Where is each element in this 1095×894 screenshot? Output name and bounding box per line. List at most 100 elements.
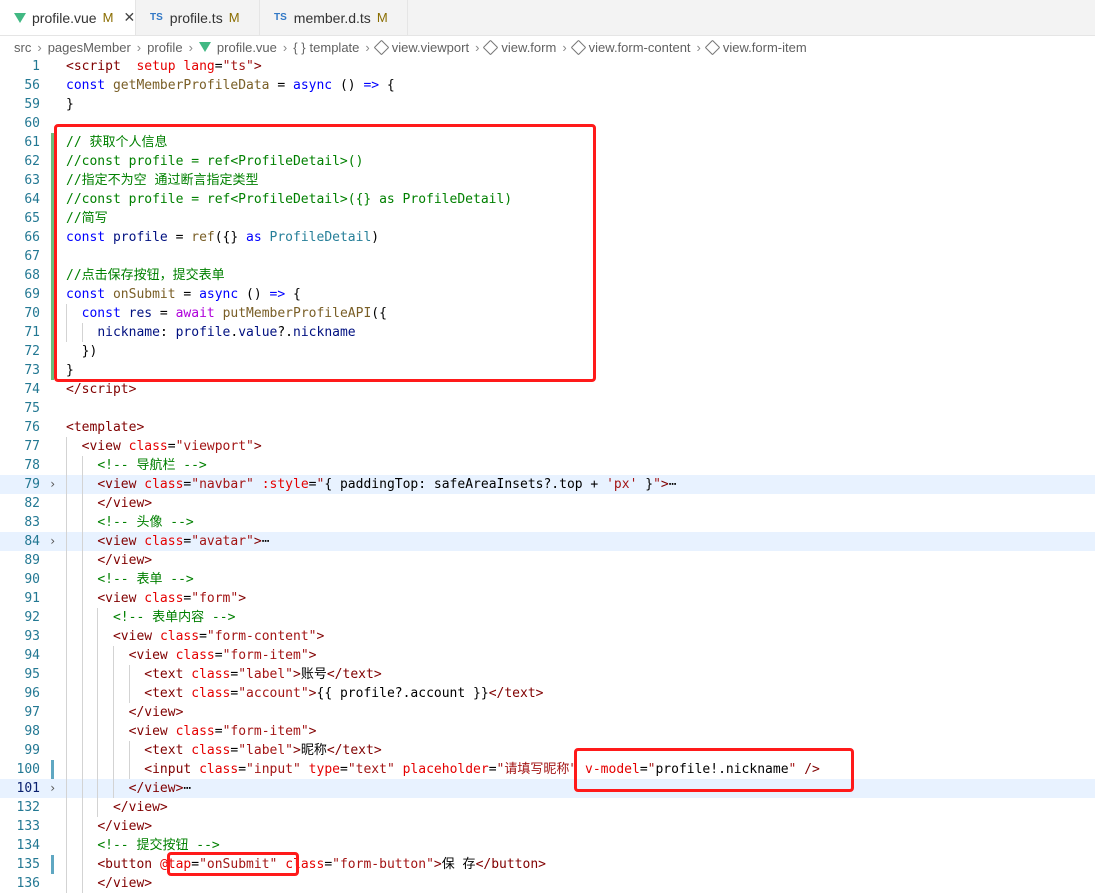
- code-line[interactable]: 74 </script>: [0, 380, 1095, 399]
- code-line[interactable]: 94 <view class="form-item">: [0, 646, 1095, 665]
- fold-chevron-icon[interactable]: ›: [49, 532, 56, 551]
- breadcrumb-item[interactable]: view.viewport: [373, 39, 469, 55]
- code-line[interactable]: 96 <text class="account">{{ profile?.acc…: [0, 684, 1095, 703]
- line-number: 97: [24, 705, 40, 720]
- code-line[interactable]: 66 const profile = ref({} as ProfileDetai…: [0, 228, 1095, 247]
- code-token: "form-button": [332, 857, 434, 872]
- code-token: "account": [238, 686, 309, 701]
- code-line[interactable]: 99 <text class="label">昵称</text>: [0, 741, 1095, 760]
- code-line[interactable]: 135 <button @tap="onSubmit" class="form-…: [0, 855, 1095, 874]
- code-line[interactable]: 101 › </view>⋯: [0, 779, 1095, 798]
- code-token: =>: [363, 78, 380, 93]
- code-line[interactable]: 56 const getMemberProfileData = async () …: [0, 76, 1095, 95]
- code-line[interactable]: 133 </view>: [0, 817, 1095, 836]
- code-line[interactable]: 93 <view class="form-content">: [0, 627, 1095, 646]
- line-number: 89: [24, 553, 40, 568]
- code-line[interactable]: 65 //简写: [0, 209, 1095, 228]
- element-icon: [570, 39, 586, 55]
- code-token: ⋯: [668, 477, 677, 492]
- code-line[interactable]: 100 <input class="input" type="text" pla…: [0, 760, 1095, 779]
- breadcrumb-item[interactable]: view.form-content: [570, 39, 691, 55]
- code-line[interactable]: 78 <!-- 导航栏 -->: [0, 456, 1095, 475]
- modified-badge: M: [376, 10, 388, 25]
- breadcrumb-item[interactable]: src: [14, 40, 31, 55]
- code-line[interactable]: 73}: [0, 361, 1095, 380]
- tab-member-d-ts[interactable]: TS member.d.ts M: [260, 0, 408, 35]
- code-editor[interactable]: 1 <script setup lang="ts"> 56 const getMemb…: [0, 57, 1095, 894]
- code-line[interactable]: 63 //指定不为空 通过断言指定类型: [0, 171, 1095, 190]
- code-text: </view>: [66, 798, 168, 817]
- code-line[interactable]: 82 </view>: [0, 494, 1095, 513]
- tab-profile-ts[interactable]: TS profile.ts M: [136, 0, 260, 35]
- code-line[interactable]: 1 <script setup lang="ts">: [0, 57, 1095, 76]
- code-token: (): [238, 287, 270, 302]
- code-token: "navbar": [191, 477, 254, 492]
- code-token: <view: [81, 439, 121, 454]
- code-line[interactable]: 76 <template>: [0, 418, 1095, 437]
- code-token: <input: [144, 762, 192, 777]
- code-line[interactable]: 60: [0, 114, 1095, 133]
- code-line[interactable]: 79 › <view class="navbar" :style="{ paddi…: [0, 475, 1095, 494]
- line-number: 99: [24, 743, 40, 758]
- code-line[interactable]: 69 const onSubmit = async () => {: [0, 285, 1095, 304]
- code-text: <view class="form-item">: [66, 646, 317, 665]
- line-number: 135: [16, 857, 40, 872]
- code-token: onSubmit: [112, 287, 176, 302]
- code-line[interactable]: 95 <text class="label">账号</text>: [0, 665, 1095, 684]
- code-line[interactable]: 91 <view class="form">: [0, 589, 1095, 608]
- code-token: class: [144, 534, 184, 549]
- code-token: ({}: [214, 230, 247, 245]
- breadcrumb-item[interactable]: { } template: [293, 40, 359, 55]
- code-line[interactable]: 75: [0, 399, 1095, 418]
- code-token: 账号: [300, 667, 327, 682]
- close-icon[interactable]: ✕: [123, 9, 135, 26]
- code-line[interactable]: 70 const res = await putMemberProfileAPI…: [0, 304, 1095, 323]
- code-token: =: [238, 762, 247, 777]
- breadcrumb-label: pagesMember: [47, 39, 131, 55]
- code-token: >: [660, 477, 669, 492]
- code-line[interactable]: 136 </view>: [0, 874, 1095, 893]
- code-line[interactable]: 72 }): [0, 342, 1095, 361]
- tab-profile-vue[interactable]: profile.vue M ✕: [0, 0, 136, 35]
- code-token: const: [66, 287, 106, 302]
- code-line[interactable]: 62 //const profile = ref<ProfileDetail>(): [0, 152, 1095, 171]
- code-line[interactable]: 134 <!-- 提交按钮 -->: [0, 836, 1095, 855]
- code-token: const: [66, 230, 106, 245]
- code-text: //指定不为空 通过断言指定类型: [66, 171, 258, 190]
- code-line[interactable]: 98 <view class="form-item">: [0, 722, 1095, 741]
- code-line[interactable]: 64 //const profile = ref<ProfileDetail>({…: [0, 190, 1095, 209]
- chevron-right-icon: ›: [188, 39, 193, 55]
- line-number: 68: [24, 268, 40, 283]
- code-line[interactable]: 92 <!-- 表单内容 -->: [0, 608, 1095, 627]
- line-number: 73: [24, 363, 40, 378]
- code-line[interactable]: 90 <!-- 表单 -->: [0, 570, 1095, 589]
- fold-chevron-icon[interactable]: ›: [49, 475, 56, 494]
- code-line[interactable]: 68 //点击保存按钮，提交表单: [0, 266, 1095, 285]
- code-line[interactable]: 59}: [0, 95, 1095, 114]
- git-added-marker: [51, 171, 54, 190]
- code-line[interactable]: 89 </view>: [0, 551, 1095, 570]
- code-line[interactable]: 83 <!-- 头像 -->: [0, 513, 1095, 532]
- code-line[interactable]: 71 nickname: profile.value?.nickname: [0, 323, 1095, 342]
- breadcrumb-item[interactable]: view.form: [483, 39, 556, 55]
- breadcrumb-item[interactable]: view.form-item: [704, 39, 807, 55]
- code-token: "text": [347, 762, 395, 777]
- code-token: >: [308, 648, 317, 663]
- breadcrumb-item[interactable]: profile: [147, 40, 182, 55]
- code-line[interactable]: 67: [0, 247, 1095, 266]
- code-line[interactable]: 61 // 获取个人信息: [0, 133, 1095, 152]
- code-token: 昵称: [300, 743, 327, 758]
- code-line[interactable]: 84 › <view class="avatar">⋯: [0, 532, 1095, 551]
- fold-chevron-icon[interactable]: ›: [49, 779, 56, 798]
- code-token: 保 存: [441, 857, 476, 872]
- code-line[interactable]: 97 </view>: [0, 703, 1095, 722]
- code-line[interactable]: 132 </view>: [0, 798, 1095, 817]
- breadcrumb-item[interactable]: pagesMember: [48, 40, 131, 55]
- breadcrumb-item[interactable]: profile.vue: [198, 40, 277, 55]
- code-line[interactable]: 77 <view class="viewport">: [0, 437, 1095, 456]
